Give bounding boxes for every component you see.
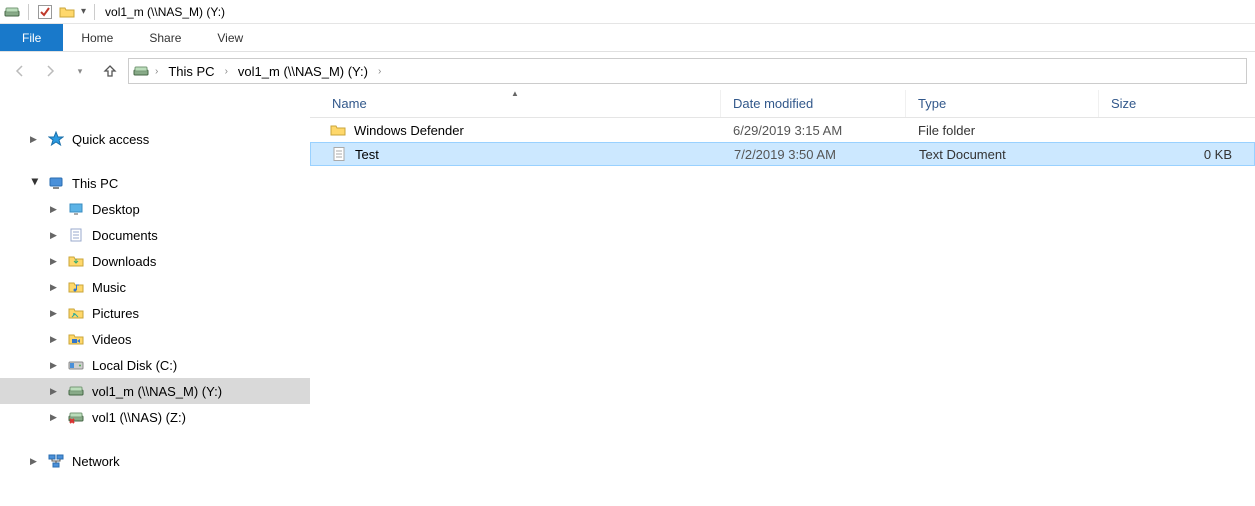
file-name: Windows Defender [354, 123, 464, 138]
column-label: Type [918, 96, 946, 111]
nav-label: This PC [72, 176, 118, 191]
nav-label: Local Disk (C:) [92, 358, 177, 373]
tab-file[interactable]: File [0, 24, 63, 51]
ribbon-tabs: File Home Share View [0, 24, 1255, 52]
folder-icon [330, 122, 346, 138]
chevron-right-icon: ▶ [50, 360, 60, 371]
title-bar: ▾ vol1_m (\\NAS_M) (Y:) [0, 0, 1255, 24]
file-name: Test [355, 147, 379, 162]
disk-icon [68, 357, 84, 373]
recent-dropdown-icon[interactable]: ▾ [68, 59, 92, 83]
chevron-right-icon: ▶ [50, 386, 60, 397]
nav-label: Videos [92, 332, 132, 347]
sort-asc-icon: ▲ [511, 89, 519, 98]
separator [94, 4, 95, 20]
nav-item[interactable]: ▶ Local Disk (C:) [0, 352, 310, 378]
up-button[interactable] [98, 59, 122, 83]
tab-share[interactable]: Share [131, 24, 199, 51]
file-date: 6/29/2019 3:15 AM [721, 123, 906, 138]
chevron-right-icon[interactable]: › [374, 66, 385, 77]
videos-icon [68, 331, 84, 347]
pc-icon [48, 175, 64, 191]
nav-label: vol1 (\\NAS) (Z:) [92, 410, 186, 425]
nav-network[interactable]: ▶ Network [0, 448, 310, 474]
column-headers: ▲ Name Date modified Type Size [310, 90, 1255, 118]
nav-label: Quick access [72, 132, 149, 147]
chevron-right-icon: ▶ [50, 412, 60, 423]
navigation-pane: ▶ Quick access ▶ This PC ▶ Desktop ▶ Docume… [0, 90, 310, 506]
textfile-icon [331, 146, 347, 162]
nav-item[interactable]: ▶ vol1 (\\NAS) (Z:) [0, 404, 310, 430]
column-type[interactable]: Type [906, 90, 1099, 117]
qat-dropdown-icon[interactable]: ▾ [81, 6, 86, 17]
chevron-right-icon: ▶ [50, 256, 60, 267]
downloads-icon [68, 253, 84, 269]
network-icon [48, 453, 64, 469]
forward-button[interactable] [38, 59, 62, 83]
documents-icon [68, 227, 84, 243]
back-button[interactable] [8, 59, 32, 83]
chevron-right-icon: ▶ [30, 134, 40, 145]
chevron-right-icon[interactable]: › [151, 66, 162, 77]
nav-label: Documents [92, 228, 158, 243]
chevron-right-icon: ▶ [50, 204, 60, 215]
tab-view[interactable]: View [199, 24, 261, 51]
separator [28, 4, 29, 20]
window-title: vol1_m (\\NAS_M) (Y:) [105, 5, 225, 19]
star-icon [48, 131, 64, 147]
nav-label: Downloads [92, 254, 156, 269]
breadcrumb-this-pc[interactable]: This PC [164, 59, 218, 83]
nav-item[interactable]: ▶ Documents [0, 222, 310, 248]
nav-label: Desktop [92, 202, 140, 217]
nav-item[interactable]: ▶ Pictures [0, 300, 310, 326]
chevron-right-icon: ▶ [50, 308, 60, 319]
column-size[interactable]: Size [1099, 90, 1255, 117]
nav-quick-access[interactable]: ▶ Quick access [0, 126, 310, 152]
nav-item[interactable]: ▶ vol1_m (\\NAS_M) (Y:) [0, 378, 310, 404]
nav-label: vol1_m (\\NAS_M) (Y:) [92, 384, 222, 399]
quick-access-toolbar: ▾ [4, 4, 97, 20]
folder-small-icon[interactable] [59, 4, 75, 20]
nav-label: Network [72, 454, 120, 469]
chevron-right-icon: ▶ [50, 230, 60, 241]
chevron-right-icon: ▶ [30, 456, 40, 467]
column-label: Date modified [733, 96, 813, 111]
nav-item[interactable]: ▶ Downloads [0, 248, 310, 274]
netdrive-icon [68, 383, 84, 399]
chevron-right-icon[interactable]: › [221, 66, 232, 77]
drive-icon [4, 4, 20, 20]
file-list: Windows Defender 6/29/2019 3:15 AMFile fo… [310, 118, 1255, 506]
column-label: Name [332, 96, 367, 111]
nav-label: Music [92, 280, 126, 295]
column-date[interactable]: Date modified [721, 90, 906, 117]
chevron-right-icon: ▶ [50, 282, 60, 293]
column-name[interactable]: ▲ Name [310, 90, 721, 117]
nav-item[interactable]: ▶ Desktop [0, 196, 310, 222]
address-row: ▾ › This PC › vol1_m (\\NAS_M) (Y:) › [0, 52, 1255, 90]
file-type: File folder [906, 123, 1099, 138]
main-area: ▶ Quick access ▶ This PC ▶ Desktop ▶ Docume… [0, 90, 1255, 506]
chevron-down-icon: ▶ [30, 178, 41, 188]
netdrive-x-icon [68, 409, 84, 425]
file-type: Text Document [907, 147, 1100, 162]
nav-item[interactable]: ▶ Videos [0, 326, 310, 352]
nav-item[interactable]: ▶ Music [0, 274, 310, 300]
nav-this-pc[interactable]: ▶ This PC [0, 170, 310, 196]
pictures-icon [68, 305, 84, 321]
file-size: 0 KB [1100, 147, 1254, 162]
breadcrumb-current[interactable]: vol1_m (\\NAS_M) (Y:) [234, 59, 372, 83]
address-bar[interactable]: › This PC › vol1_m (\\NAS_M) (Y:) › [128, 58, 1247, 84]
desktop-icon [68, 201, 84, 217]
file-date: 7/2/2019 3:50 AM [722, 147, 907, 162]
tab-home[interactable]: Home [63, 24, 131, 51]
music-icon [68, 279, 84, 295]
drive-icon [133, 63, 149, 79]
file-row[interactable]: Test 7/2/2019 3:50 AMText Document0 KB [310, 142, 1255, 166]
chevron-right-icon: ▶ [50, 334, 60, 345]
checkbox-icon[interactable] [37, 4, 53, 20]
nav-label: Pictures [92, 306, 139, 321]
file-row[interactable]: Windows Defender 6/29/2019 3:15 AMFile fo… [310, 118, 1255, 142]
file-list-pane: ▲ Name Date modified Type Size Windows D… [310, 90, 1255, 506]
column-label: Size [1111, 96, 1136, 111]
